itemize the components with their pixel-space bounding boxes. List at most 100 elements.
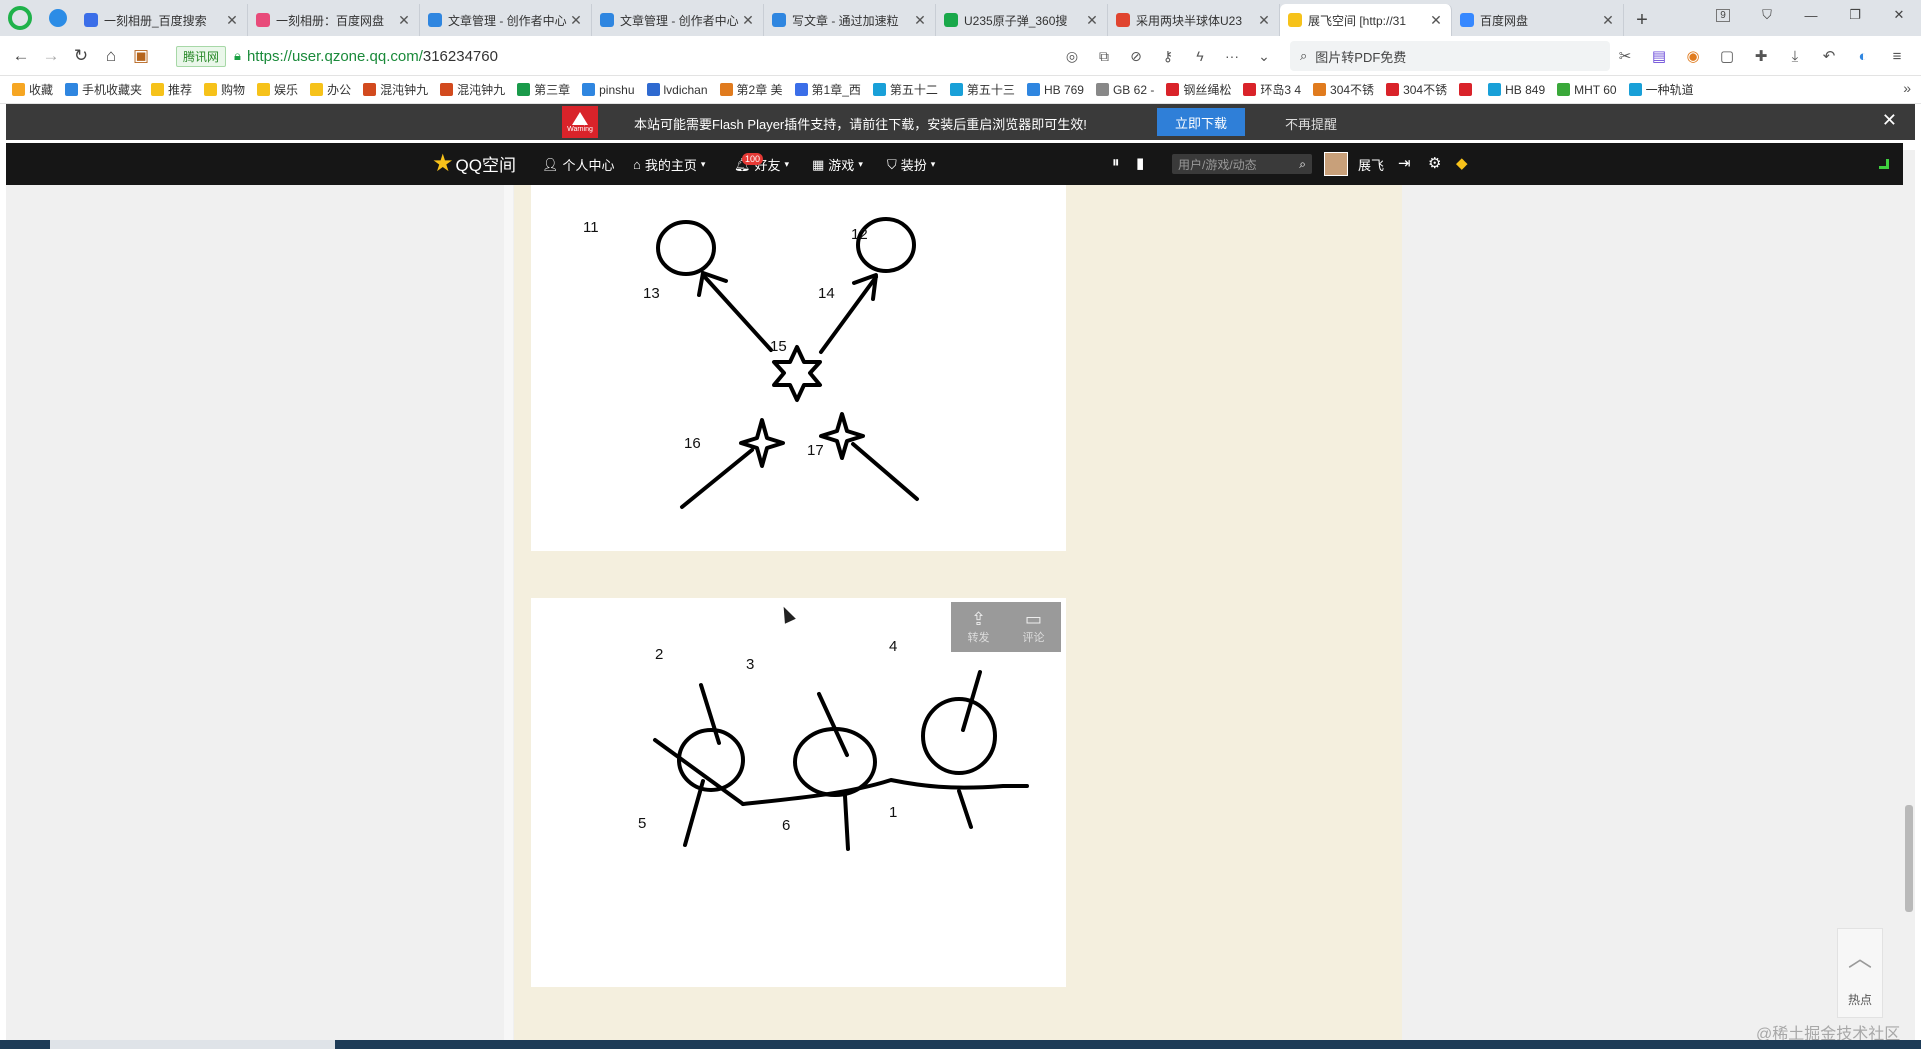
bookmark-item[interactable]: 环岛3 4	[1237, 81, 1307, 98]
close-tab-icon[interactable]: ✕	[569, 12, 583, 29]
close-tab-icon[interactable]: ✕	[1085, 12, 1099, 29]
menu-icon[interactable]: ≡	[1881, 42, 1913, 70]
download-icon[interactable]: ⤓	[1779, 42, 1811, 70]
browser-tab[interactable]: 一刻相册：百度网盘 ✕	[248, 4, 420, 36]
browser-tab[interactable]: 文章管理 - 创作者中心 ✕	[592, 4, 764, 36]
restore-button[interactable]: ❐	[1833, 0, 1877, 30]
close-tab-icon[interactable]: ✕	[1257, 12, 1271, 29]
close-tab-icon[interactable]: ✕	[397, 12, 411, 29]
bookmark-item[interactable]: 第2章 美	[714, 81, 789, 98]
avatar[interactable]	[1324, 152, 1348, 176]
bookmark-label: 娱乐	[274, 83, 299, 97]
forward-button[interactable]: →	[36, 41, 66, 71]
browser-tab[interactable]: 采用两块半球体U23 ✕	[1108, 4, 1280, 36]
sketch-image-1[interactable]: 11 12 13 14 15 16 17	[531, 185, 1066, 551]
bookmark-item[interactable]: pinshu	[576, 83, 640, 97]
bookmark-item[interactable]: 第五十三	[944, 81, 1021, 98]
gear-icon[interactable]: ⚙	[1428, 154, 1441, 172]
nav-dress[interactable]: ⛉ 装扮 ▾	[887, 155, 935, 174]
close-tab-icon[interactable]: ✕	[1601, 12, 1615, 29]
new-tab-button[interactable]: +	[1624, 4, 1660, 36]
close-tab-icon[interactable]: ✕	[225, 12, 239, 29]
scissors-icon[interactable]: ✂	[1609, 42, 1641, 70]
nav-personal-center[interactable]: 👤︎ 个人中心	[542, 155, 615, 174]
bookmark-item[interactable]: 钢丝绳松	[1160, 81, 1237, 98]
bookmark-item[interactable]: HB 849	[1482, 83, 1551, 97]
wallet-icon[interactable]: ▢	[1711, 42, 1743, 70]
bookmark-item[interactable]: MHT 60	[1551, 83, 1622, 97]
bookmark-icon	[1386, 83, 1400, 96]
key-icon[interactable]: ⚷	[1154, 42, 1182, 70]
chevron-down-icon[interactable]: ⌄	[1250, 42, 1278, 70]
browser-logo-icon[interactable]	[0, 0, 40, 36]
qzone-logo[interactable]: ★ QQ空间	[432, 151, 516, 176]
dont-remind-link[interactable]: 不再提醒	[1285, 114, 1337, 133]
browser-tab[interactable]: 展飞空间 [http://31 ✕	[1280, 4, 1452, 36]
block-icon[interactable]: ⊘	[1122, 42, 1150, 70]
bookmark-item[interactable]	[1453, 83, 1482, 96]
bookmark-item[interactable]: 第1章_西	[789, 81, 867, 98]
bookmark-item[interactable]: 混沌钟九	[434, 81, 511, 98]
close-tab-icon[interactable]: ✕	[1429, 12, 1443, 29]
bookmark-item[interactable]: 304不锈	[1380, 81, 1453, 98]
pause-icon[interactable]: ⏸︎	[1112, 154, 1120, 171]
qzone-search-input[interactable]: 用户/游戏/动态 ⌕	[1172, 154, 1312, 174]
bookmarks-overflow-icon[interactable]: »	[1903, 80, 1911, 96]
close-tab-icon[interactable]: ✕	[913, 12, 927, 29]
browser-tab[interactable]: U235原子弹_360搜 ✕	[936, 4, 1108, 36]
undo-icon[interactable]: ↶	[1813, 42, 1845, 70]
nav-games[interactable]: ▦ 游戏 ▾	[812, 155, 863, 174]
back-to-top-icon[interactable]: ︿	[1848, 938, 1872, 973]
more-icon[interactable]: ···	[1218, 42, 1246, 70]
bookmark-item[interactable]: 办公	[304, 81, 357, 98]
scrollbar-thumb[interactable]	[1905, 805, 1913, 912]
lightning-icon[interactable]: ϟ	[1186, 42, 1214, 70]
forward-button[interactable]: ⇪ 转发	[968, 609, 990, 645]
bookmark-item[interactable]: 手机收藏夹	[59, 81, 145, 98]
search-input[interactable]: ⌕ 图片转PDF免费	[1290, 41, 1610, 71]
bookmark-item[interactable]: 一种轨道	[1623, 81, 1700, 98]
back-button[interactable]: ←	[6, 41, 36, 71]
bookmark-item[interactable]: 收藏	[6, 81, 59, 98]
translate-icon[interactable]: ▤	[1643, 42, 1675, 70]
edge-icon[interactable]: ◐	[1847, 42, 1879, 70]
screenshot-icon[interactable]: ⧉	[1090, 42, 1118, 70]
sketch-image-2[interactable]: 2 3 4 5 6 1 ⇪ 转发 ▭ 评论	[531, 598, 1066, 987]
reload-button[interactable]: ↻	[66, 41, 96, 71]
telegram-icon[interactable]	[40, 0, 76, 36]
bookmark-item[interactable]: 娱乐	[251, 81, 304, 98]
close-tab-icon[interactable]: ✕	[741, 12, 755, 29]
bookmark-item[interactable]: 推荐	[145, 81, 198, 98]
browser-tab[interactable]: 一刻相册_百度搜索 ✕	[76, 4, 248, 36]
bookmark-item[interactable]: 304不锈	[1307, 81, 1380, 98]
equalizer-icon[interactable]: ▮	[1136, 154, 1144, 172]
shirt-icon[interactable]: ⛉	[1745, 0, 1789, 30]
download-flash-button[interactable]: 立即下载	[1157, 108, 1245, 136]
hot-link[interactable]: 热点	[1848, 991, 1872, 1008]
extensions-icon[interactable]: ✚	[1745, 42, 1777, 70]
home-button[interactable]: ⌂	[96, 41, 126, 71]
close-icon[interactable]: ✕	[1882, 110, 1897, 131]
bookmark-item[interactable]: HB 769	[1021, 83, 1090, 97]
comment-button[interactable]: ▭ 评论	[1023, 609, 1045, 645]
bookmark-item[interactable]: 第五十二	[867, 81, 944, 98]
minimize-button[interactable]: —	[1789, 0, 1833, 30]
browser-tab[interactable]: 文章管理 - 创作者中心 ✕	[420, 4, 592, 36]
bookmark-item[interactable]: 第三章	[511, 81, 576, 98]
bookmark-item[interactable]: lvdichan	[641, 83, 714, 97]
browser-tab[interactable]: 百度网盘 ✕	[1452, 4, 1624, 36]
username[interactable]: 展飞	[1358, 155, 1384, 174]
bookmark-label: 手机收藏夹	[82, 83, 143, 97]
target-icon[interactable]: ◎	[1058, 42, 1086, 70]
logout-icon[interactable]: ⇥	[1398, 154, 1411, 172]
tab-counter[interactable]: 9	[1701, 0, 1745, 30]
nav-my-home[interactable]: ⌂ 我的主页 ▾	[633, 155, 705, 174]
diamond-icon[interactable]: ◆	[1456, 154, 1468, 172]
bookmark-item[interactable]: GB 62 -	[1090, 83, 1160, 97]
bookmark-item[interactable]: 混沌钟九	[357, 81, 434, 98]
close-window-button[interactable]: ✕	[1877, 0, 1921, 30]
game-icon[interactable]: ◉	[1677, 42, 1709, 70]
toolbox-icon[interactable]: ▣	[126, 41, 156, 71]
bookmark-item[interactable]: 购物	[198, 81, 251, 98]
browser-tab[interactable]: 写文章 - 通过加速粒 ✕	[764, 4, 936, 36]
